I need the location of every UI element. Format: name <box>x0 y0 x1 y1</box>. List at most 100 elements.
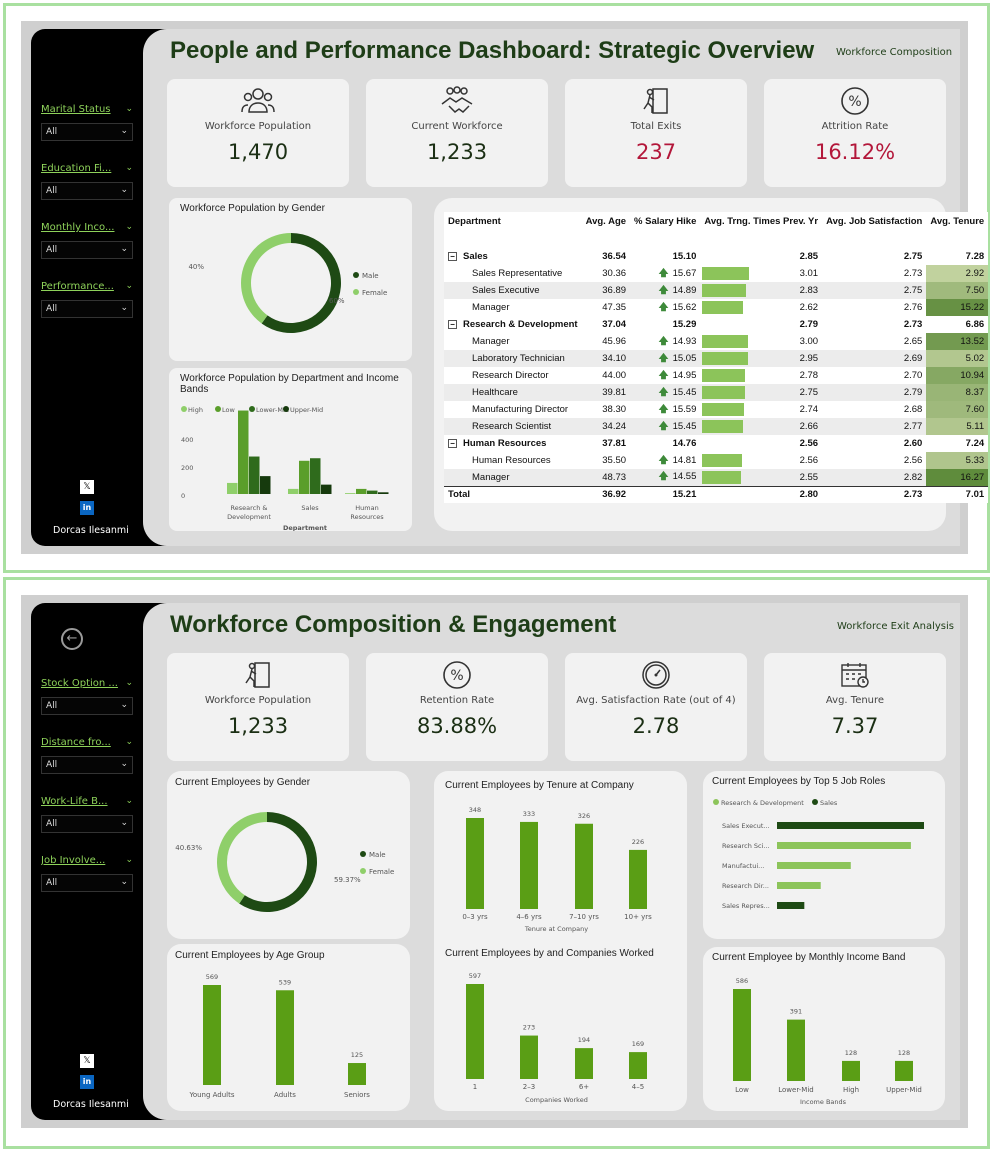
slicer-3[interactable]: Job Involve... ⌄ All ⌄ <box>41 855 133 892</box>
kpi-label: Total Exits <box>630 121 682 132</box>
matrix-row: Manager 45.96 🡅 14.93 3.00 2.65 13.52 <box>444 333 989 350</box>
slicer-dropdown[interactable]: All ⌄ <box>41 300 133 318</box>
matrix-cell: 5.11 <box>926 418 989 435</box>
chevron-down-icon[interactable]: ⌄ <box>125 104 133 114</box>
slicer-2[interactable]: Work-Life B... ⌄ All ⌄ <box>41 796 133 833</box>
donut-slice-female <box>241 233 291 324</box>
donut-slice-male <box>239 812 317 912</box>
back-arrow-icon: ← <box>66 631 78 646</box>
slicer-label: Monthly Inco... <box>41 222 115 233</box>
page-title: People and Performance Dashboard: Strate… <box>170 37 815 64</box>
slicer-2[interactable]: Monthly Inco... ⌄ All ⌄ <box>41 222 133 259</box>
gauge-icon <box>565 660 747 694</box>
slicer-dropdown[interactable]: All ⌄ <box>41 815 133 833</box>
slice-label: 40.63% <box>175 844 202 852</box>
chevron-down-icon[interactable]: ⌄ <box>125 855 133 865</box>
legend-marker <box>812 799 818 805</box>
matrix-cell: 2.66 <box>700 418 823 435</box>
matrix-cell: 🡅 15.45 <box>630 384 701 401</box>
axis-title: Companies Worked <box>525 1096 588 1104</box>
matrix-cell: 🡅 14.55 <box>630 469 701 486</box>
matrix-header-cell[interactable]: Avg. Job Satisfaction <box>822 212 926 248</box>
dept-income-bar-chart: High Low Lower-Mid Upper-Mid4002000Research… <box>181 406 389 531</box>
up-arrow-icon: 🡅 <box>658 301 669 313</box>
chevron-down-icon[interactable]: ⌄ <box>125 796 133 806</box>
data-label: 273 <box>523 1024 535 1032</box>
slicer-dropdown[interactable]: All ⌄ <box>41 697 133 715</box>
y-tick-label: Research Dir... <box>722 882 769 890</box>
matrix-header-cell[interactable]: % Salary Hike <box>630 212 700 248</box>
kpi-card-workforce-population: Workforce Population 1,470 <box>167 79 349 187</box>
kpi-value: 1,233 <box>426 140 488 164</box>
chevron-down-icon: ⌄ <box>120 126 128 136</box>
slicer-dropdown[interactable]: All ⌄ <box>41 874 133 892</box>
chevron-down-icon: ⌄ <box>120 303 128 313</box>
kpi-value: 237 <box>635 140 677 164</box>
linkedin-icon[interactable]: in <box>80 1075 94 1089</box>
chevron-down-icon[interactable]: ⌄ <box>125 281 133 291</box>
slicer-0[interactable]: Marital Status ⌄ All ⌄ <box>41 104 133 141</box>
matrix-row: Sales Executive 36.89 🡅 14.89 2.83 2.75 7.50 <box>444 282 989 299</box>
bar <box>466 818 484 909</box>
kpi-value: 1,470 <box>227 140 289 164</box>
matrix-dept-label: Sales Representative <box>472 268 563 279</box>
slicer-dropdown[interactable]: All ⌄ <box>41 182 133 200</box>
collapse-icon[interactable]: − <box>448 439 457 448</box>
matrix-header-cell[interactable]: Avg. Age <box>582 212 630 248</box>
matrix-header-cell[interactable]: Avg. Trng. Times Prev. Yr <box>700 212 822 248</box>
handshake-icon <box>366 86 548 120</box>
matrix-dept-label: Healthcare <box>472 387 518 398</box>
calendar-icon <box>764 660 946 694</box>
matrix-cell: 34.24 <box>581 418 631 435</box>
matrix-header-cell[interactable]: Department <box>444 212 582 248</box>
matrix-cell: 2.82 <box>822 469 927 486</box>
bar <box>321 484 332 494</box>
collapse-icon[interactable]: − <box>448 320 457 329</box>
up-arrow-icon: 🡅 <box>658 386 669 398</box>
legend-marker <box>360 868 366 874</box>
legend-marker <box>353 289 359 295</box>
x-social-icon[interactable]: 𝕏 <box>80 480 94 494</box>
slicer-1[interactable]: Education Fi... ⌄ All ⌄ <box>41 163 133 200</box>
slicer-1[interactable]: Distance fro... ⌄ All ⌄ <box>41 737 133 774</box>
chevron-down-icon[interactable]: ⌄ <box>125 163 133 173</box>
matrix-cell: 7.01 <box>926 485 989 503</box>
legend-marker <box>353 272 359 278</box>
nav-link-workforce-exit-analysis[interactable]: Workforce Exit Analysis <box>837 621 954 632</box>
kpi-value: 7.37 <box>831 714 879 738</box>
chevron-down-icon[interactable]: ⌄ <box>125 678 133 688</box>
matrix-cell: 48.73 <box>581 469 631 486</box>
matrix-cell: 45.96 <box>602 336 627 347</box>
slicer-0[interactable]: Stock Option ... ⌄ All ⌄ <box>41 678 133 715</box>
x-social-icon[interactable]: 𝕏 <box>80 1054 94 1068</box>
bar <box>276 990 294 1085</box>
matrix-dept-label: Sales <box>463 251 488 262</box>
matrix-cell: 3.01 <box>700 265 822 282</box>
kpi-value: 83.88% <box>416 714 498 738</box>
matrix-cell: Research Director <box>444 367 582 384</box>
nav-link-workforce-composition[interactable]: Workforce Composition <box>836 47 952 58</box>
matrix-cell: 34.10 <box>581 350 631 367</box>
matrix-header-cell[interactable]: Avg. Tenure <box>926 212 988 248</box>
slicer-dropdown[interactable]: All ⌄ <box>41 123 133 141</box>
slicer-3[interactable]: Performance... ⌄ All ⌄ <box>41 281 133 318</box>
data-label: 586 <box>736 977 748 985</box>
data-label: 597 <box>469 972 481 980</box>
matrix-cell: Sales Representative <box>444 265 582 282</box>
y-tick-label: Sales Repres... <box>722 902 770 910</box>
chevron-down-icon[interactable]: ⌄ <box>125 222 133 232</box>
chevron-down-icon[interactable]: ⌄ <box>125 737 133 747</box>
slicer-dropdown[interactable]: All ⌄ <box>41 241 133 259</box>
chevron-down-icon: ⌄ <box>120 877 128 887</box>
collapse-icon[interactable]: − <box>448 252 457 261</box>
x-tick-label: Lower-Mid <box>778 1086 813 1094</box>
matrix-cell: 2.73 <box>903 268 923 279</box>
kpi-value: 1,233 <box>227 714 289 738</box>
data-label: 348 <box>469 806 481 814</box>
matrix-cell: 16.27 <box>926 469 989 486</box>
slicer-value: All <box>46 701 58 711</box>
matrix-cell: 2.74 <box>700 401 822 418</box>
slicer-dropdown[interactable]: All ⌄ <box>41 756 133 774</box>
linkedin-icon[interactable]: in <box>80 501 94 515</box>
back-arrow-button[interactable]: ← <box>61 628 83 650</box>
